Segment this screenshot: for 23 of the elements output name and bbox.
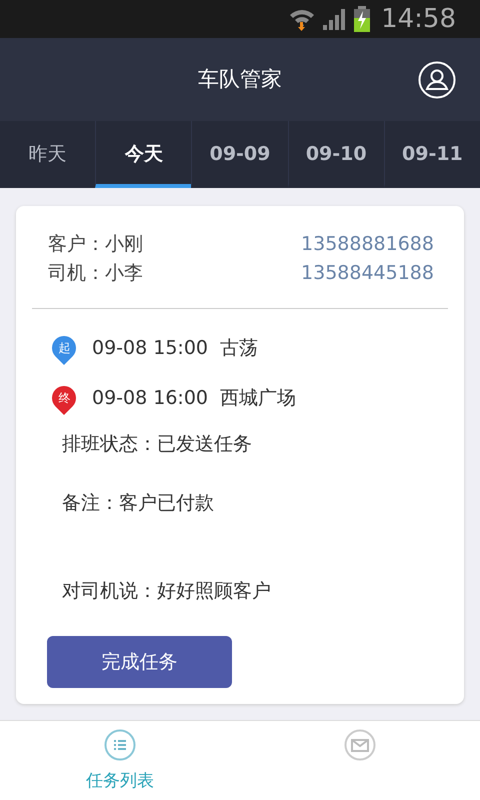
- date-tab[interactable]: 09-11: [384, 120, 480, 188]
- note-text: 对司机说：好好照顾客户: [62, 578, 272, 604]
- date-tab[interactable]: 昨天: [0, 120, 96, 188]
- phone-link[interactable]: 13588445188: [301, 258, 434, 288]
- clock: 14:58: [381, 4, 456, 34]
- list-icon: [104, 728, 136, 761]
- complete-button[interactable]: 完成任务: [47, 636, 232, 688]
- stop-time: 09-08 15:00: [92, 336, 208, 359]
- note-text: 排班状态：已发送任务: [62, 432, 253, 457]
- profile-icon[interactable]: [418, 60, 456, 99]
- note-text: 备注：客户已付款: [62, 490, 215, 516]
- phone-link[interactable]: 13588881688: [301, 230, 434, 259]
- date-tab[interactable]: 09-09: [191, 120, 288, 188]
- contact-name: 客户：小刚: [48, 232, 143, 257]
- date-tab[interactable]: 09-10: [288, 120, 384, 188]
- mail-icon: [344, 728, 376, 761]
- stop-place: 古荡: [220, 336, 258, 361]
- stop-time: 09-08 16:00: [92, 386, 208, 409]
- stop-place: 西城广场: [220, 386, 296, 411]
- date-tab[interactable]: 今天: [95, 120, 192, 188]
- app-title: 车队管家: [198, 66, 282, 94]
- contact-name: 司机：小李: [48, 260, 143, 286]
- battery-icon: [353, 6, 372, 32]
